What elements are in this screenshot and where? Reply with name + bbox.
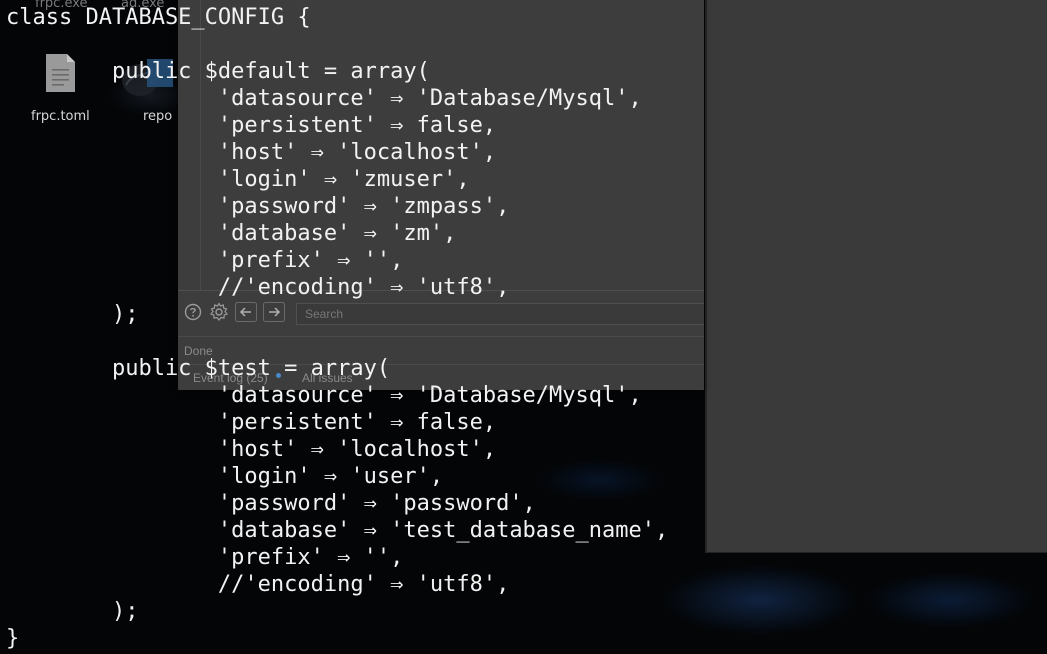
code-line: 'datasource' ⇒ 'Database/Mysql', [6, 383, 642, 408]
right-panel-window [705, 0, 1047, 553]
code-overlay: class DATABASE_CONFIG { public $default … [6, 4, 668, 652]
code-line: 'persistent' ⇒ false, [6, 410, 497, 435]
code-line: ); [6, 302, 139, 327]
code-line: 'login' ⇒ 'zmuser', [6, 167, 470, 192]
code-line: 'persistent' ⇒ false, [6, 113, 497, 138]
code-line: 'prefix' ⇒ '', [6, 248, 404, 273]
code-line: 'login' ⇒ 'user', [6, 464, 444, 489]
code-line: 'password' ⇒ 'password', [6, 491, 536, 516]
code-line: //'encoding' ⇒ 'utf8', [6, 572, 510, 597]
code-line: //'encoding' ⇒ 'utf8', [6, 275, 510, 300]
code-line: 'datasource' ⇒ 'Database/Mysql', [6, 86, 642, 111]
code-line: 'database' ⇒ 'test_database_name', [6, 518, 669, 543]
code-line: 'host' ⇒ 'localhost', [6, 437, 497, 462]
code-line: } [6, 626, 20, 651]
code-line: public $default = array( [6, 59, 430, 84]
code-line: class DATABASE_CONFIG { [6, 5, 311, 30]
code-line: 'host' ⇒ 'localhost', [6, 140, 497, 165]
code-line: 'password' ⇒ 'zmpass', [6, 194, 510, 219]
code-line: 'prefix' ⇒ '', [6, 545, 404, 570]
code-line: ); [6, 599, 139, 624]
code-line: public $test = array( [6, 356, 391, 381]
code-line: 'database' ⇒ 'zm', [6, 221, 457, 246]
